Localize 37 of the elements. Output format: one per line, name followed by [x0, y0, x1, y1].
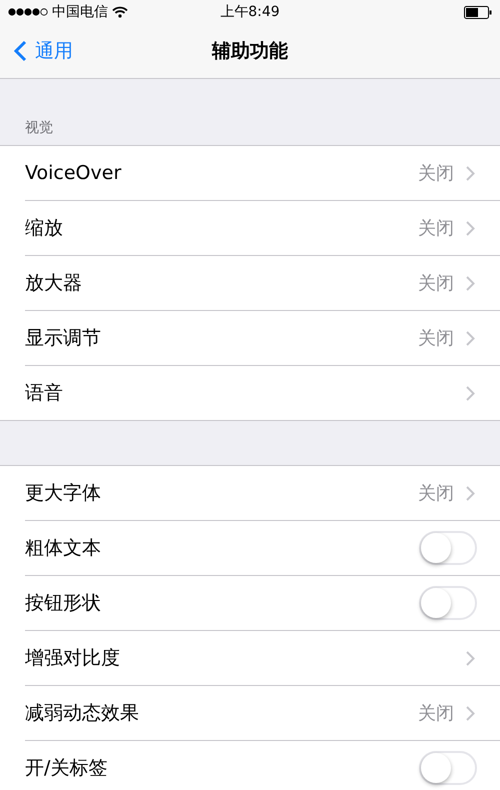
back-chevron-icon — [14, 40, 27, 62]
settings-row[interactable]: VoiceOver 关闭 — [25, 146, 500, 201]
settings-row[interactable]: 缩放 关闭 — [25, 201, 500, 256]
toggle-switch[interactable] — [419, 751, 477, 785]
row-value: 关闭 — [418, 162, 454, 185]
carrier-name: 中国电信 — [52, 3, 108, 21]
settings-row[interactable]: 按钮形状 — [25, 576, 500, 631]
chevron-icon — [466, 166, 475, 180]
toggle-switch[interactable] — [419, 586, 477, 620]
chevron-icon — [466, 650, 475, 666]
page-title: 辅助功能 — [212, 39, 288, 64]
settings-row[interactable]: 增强对比度 — [25, 631, 500, 686]
settings-row[interactable]: 语音 — [25, 366, 500, 420]
settings-row[interactable]: 开/关标签 — [25, 741, 500, 790]
toggle-switch[interactable] — [419, 531, 477, 565]
chevron-icon — [466, 386, 475, 400]
battery-icon — [464, 6, 492, 18]
signal-icon — [8, 8, 48, 16]
section-header: 视觉 — [25, 119, 53, 137]
chevron-icon — [466, 220, 475, 236]
clock-time: 上午8:49 — [220, 3, 280, 21]
settings-row[interactable]: 粗体文本 — [25, 521, 500, 576]
settings-row[interactable]: 显示调节 关闭 — [25, 311, 500, 366]
settings-row[interactable]: 放大器 关闭 — [25, 256, 500, 311]
row-value: 关闭 — [418, 702, 454, 725]
back-button[interactable]: 通用 — [0, 38, 73, 64]
chevron-icon — [466, 706, 475, 720]
chevron-icon — [466, 276, 475, 290]
chevron-icon — [466, 486, 475, 500]
row-value: 关闭 — [418, 327, 454, 350]
row-value: 关闭 — [418, 482, 454, 505]
row-value: 关闭 — [418, 217, 454, 240]
row-value: 关闭 — [418, 272, 454, 295]
settings-row[interactable]: 更大字体 关闭 — [25, 466, 500, 521]
wifi-icon — [112, 6, 128, 18]
settings-row[interactable]: 减弱动态效果 关闭 — [25, 686, 500, 741]
chevron-icon — [466, 330, 475, 346]
